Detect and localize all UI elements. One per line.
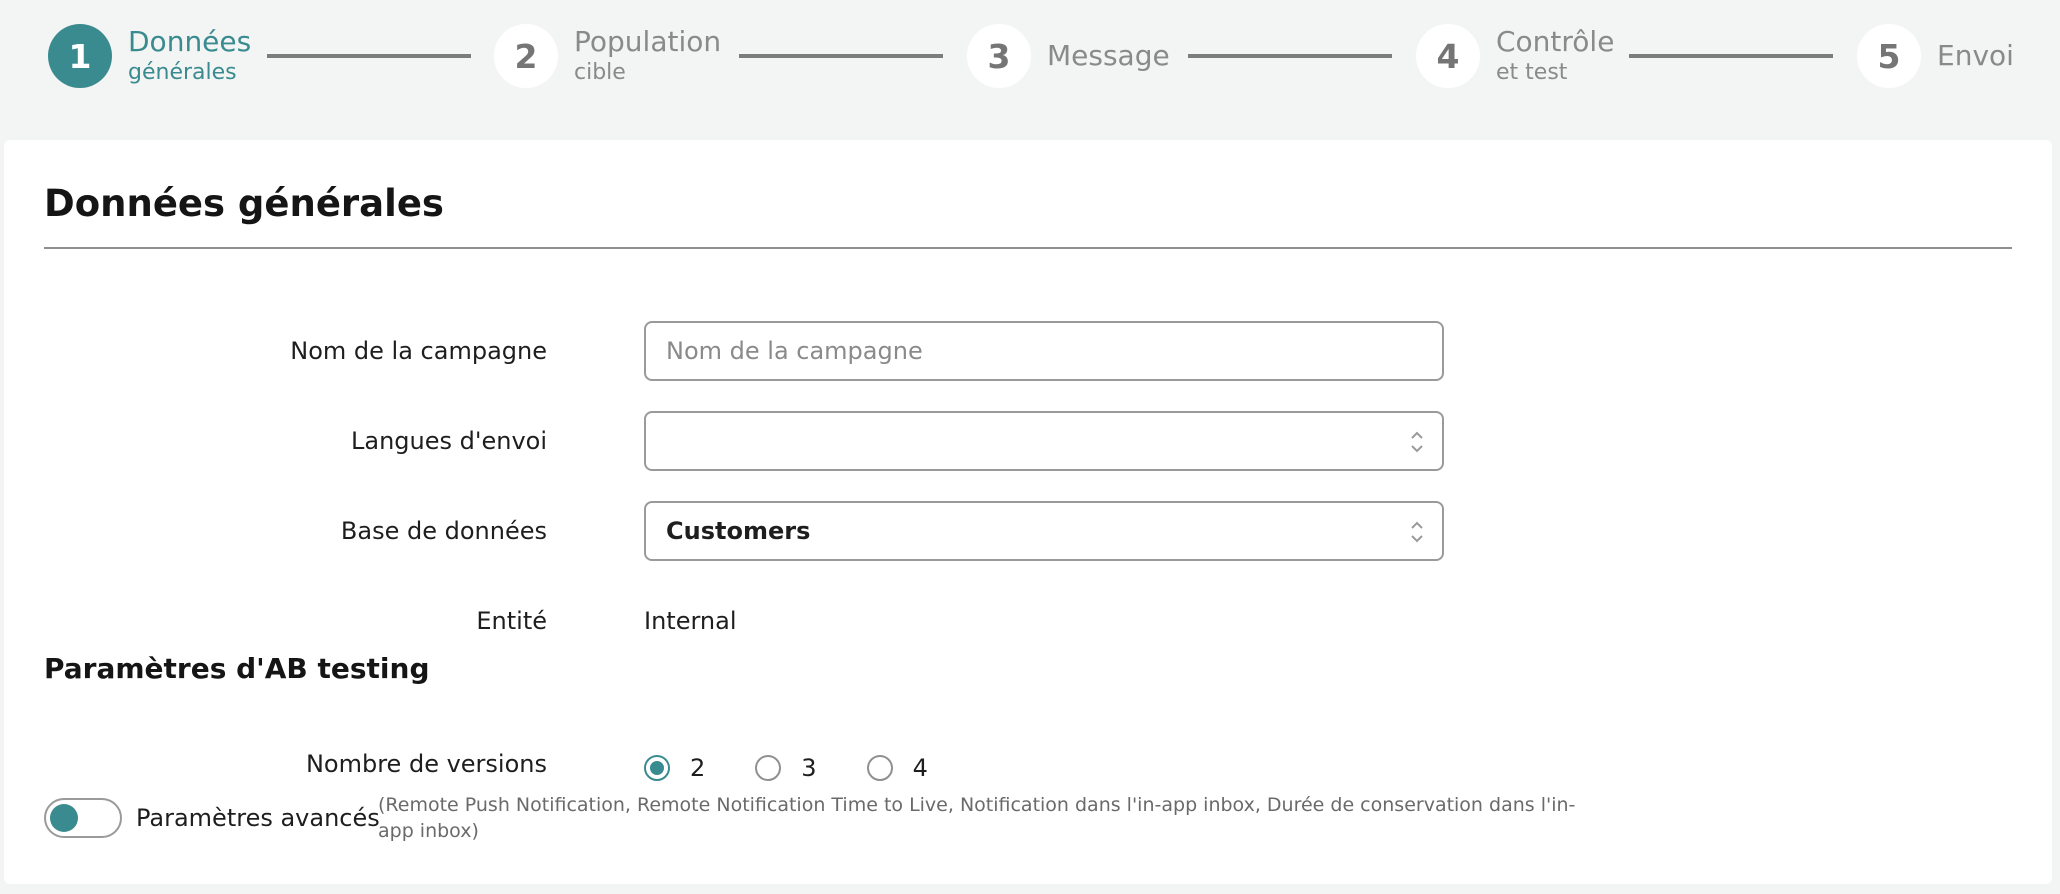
select-arrows-icon: [1411, 431, 1423, 453]
step-title: Données: [128, 25, 252, 58]
step-subtitle: générales: [128, 60, 237, 85]
select-arrows-icon: [1411, 521, 1423, 543]
version-option-4[interactable]: 4: [866, 754, 928, 782]
languages-select[interactable]: [644, 411, 1444, 471]
radio-button[interactable]: [644, 755, 670, 781]
database-selected-value: Customers: [666, 517, 811, 545]
toggle-knob: [50, 804, 78, 832]
step-title: Contrôle: [1496, 25, 1615, 58]
entity-value: Internal: [644, 607, 737, 635]
step-subtitle: et test: [1496, 60, 1568, 85]
advanced-settings-label: Paramètres avancés: [136, 804, 380, 832]
step-number: 2: [494, 24, 558, 88]
step-controle-test[interactable]: 4 Contrôle et test: [1416, 24, 1614, 88]
step-number: 5: [1857, 24, 1921, 88]
radio-button[interactable]: [866, 755, 893, 781]
step-number: 1: [48, 24, 112, 88]
step-title: Population: [574, 25, 722, 58]
campaign-name-input[interactable]: [666, 337, 1442, 365]
versions-count-label: Nombre de versions: [305, 750, 547, 778]
step-connector: [1629, 54, 1833, 58]
title-divider: [44, 247, 2012, 249]
step-number: 3: [967, 24, 1031, 88]
version-option-3[interactable]: 3: [755, 754, 817, 782]
wizard-stepper: 1 Données générales 2 Population cible 3…: [0, 0, 2060, 140]
advanced-settings-toggle[interactable]: [44, 798, 122, 838]
version-option-2[interactable]: 2: [644, 754, 705, 782]
database-select[interactable]: Customers: [644, 501, 1444, 561]
radio-label: 3: [801, 754, 817, 782]
general-data-card: Données générales Nom de la campagne Lan…: [4, 140, 2052, 884]
radio-label: 2: [690, 754, 706, 782]
step-donnees-generales[interactable]: 1 Données générales: [48, 24, 251, 88]
entity-label: Entité: [476, 607, 547, 635]
step-envoi[interactable]: 5 Envoi: [1857, 24, 2014, 88]
radio-label: 4: [912, 754, 928, 782]
step-subtitle: cible: [574, 60, 626, 85]
step-connector: [739, 54, 943, 58]
languages-label: Langues d'envoi: [351, 427, 547, 455]
step-number: 4: [1416, 24, 1480, 88]
database-label: Base de données: [340, 517, 547, 545]
ab-testing-section-title: Paramètres d'AB testing: [44, 652, 430, 685]
radio-button[interactable]: [755, 755, 782, 781]
step-message[interactable]: 3 Message: [967, 24, 1170, 88]
step-title: Message: [1047, 39, 1170, 72]
advanced-settings-description: (Remote Push Notification, Remote Notifi…: [378, 794, 1576, 842]
step-connector: [267, 54, 471, 58]
versions-radio-group: 2 3 4: [644, 754, 978, 782]
campaign-name-label: Nom de la campagne: [290, 337, 547, 365]
page-title: Données générales: [44, 182, 444, 225]
step-connector: [1188, 54, 1392, 58]
campaign-name-field-box: [644, 321, 1444, 381]
step-population-cible[interactable]: 2 Population cible: [494, 24, 721, 88]
step-title: Envoi: [1937, 39, 2014, 72]
